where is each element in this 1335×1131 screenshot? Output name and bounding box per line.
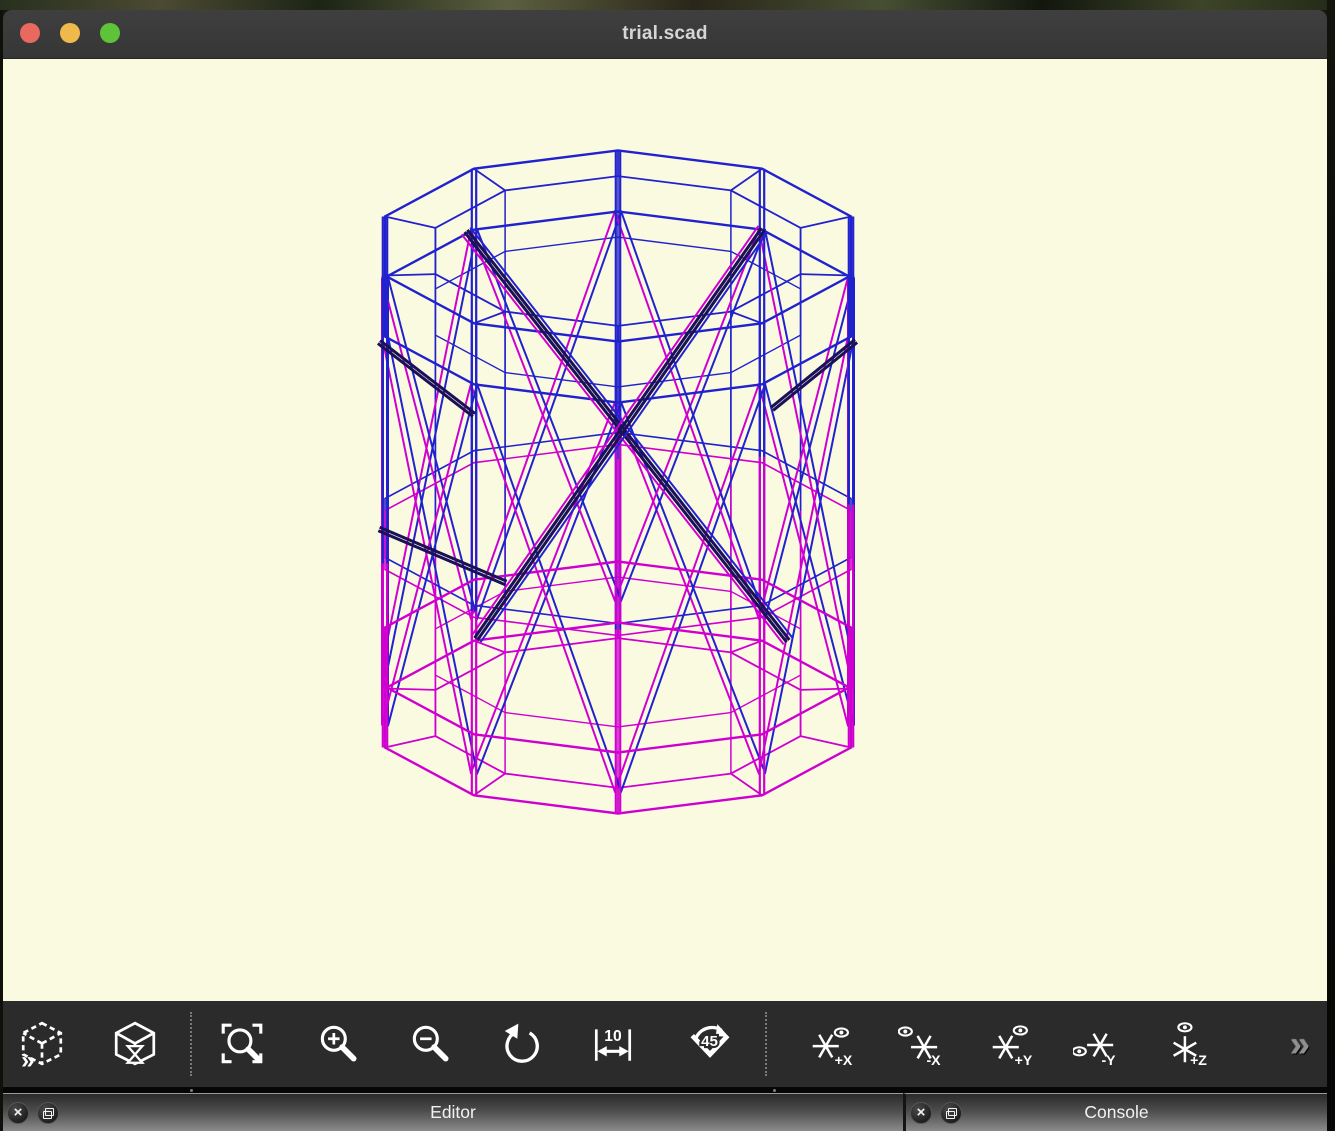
editor-dock-titlebar[interactable]: Editor × [3,1093,903,1131]
zoom-all-button[interactable] [214,1016,270,1072]
editor-close-button[interactable]: × [7,1102,29,1124]
view-minus-x-icon: -X [898,1020,946,1068]
distance-10-icon: 10 [589,1020,637,1068]
svg-text:45: 45 [701,1033,718,1050]
svg-text:-Y: -Y [1101,1052,1116,1068]
zoom-all-icon [218,1020,266,1068]
svg-text:+Z: +Z [1190,1052,1207,1068]
view-plus-y-button[interactable]: +Y [984,1016,1040,1072]
window-titlebar[interactable]: trial.scad [3,10,1327,59]
render-icon [111,1020,159,1068]
view-toolbar: » 10 45 +X -X +Y -Y +Z » [3,1001,1327,1087]
desktop-wallpaper-top [0,0,1335,10]
svg-text:10: 10 [604,1028,622,1045]
console-float-button[interactable] [940,1102,962,1124]
view-plus-z-button[interactable]: +Z [1159,1016,1215,1072]
render-button[interactable] [107,1016,163,1072]
splitter-dot [773,1089,776,1092]
toolbar-separator [190,1012,192,1076]
openscad-window: trial.scad » 10 45 +X -X +Y -Y [3,10,1327,1131]
view-minus-x-button[interactable]: -X [894,1016,950,1072]
close-window-button[interactable] [20,23,40,43]
splitter-dot [190,1089,193,1092]
toolbar-overflow-button[interactable]: » [1278,1019,1322,1069]
zoom-out-button[interactable] [402,1016,458,1072]
rotate-45-button[interactable]: 45 [682,1016,738,1072]
editor-float-button[interactable] [37,1102,59,1124]
console-dock-titlebar[interactable]: Console × [903,1093,1327,1131]
view-plus-z-icon: +Z [1163,1020,1211,1068]
view-minus-y-button[interactable]: -Y [1069,1016,1125,1072]
wireframe-model [3,59,1327,1001]
svg-text:+Y: +Y [1015,1052,1033,1068]
reset-view-button[interactable] [494,1016,550,1072]
distance-10-button[interactable]: 10 [585,1016,641,1072]
console-dock-title: Console [906,1094,1327,1131]
3d-viewport[interactable] [3,59,1327,1001]
close-icon: × [14,1105,23,1120]
svg-text:»: » [21,1047,34,1068]
zoom-in-icon [314,1020,362,1068]
view-plus-x-icon: +X [808,1020,856,1068]
view-plus-y-icon: +Y [988,1020,1036,1068]
svg-text:+X: +X [835,1052,853,1068]
window-title: trial.scad [622,23,707,45]
preview-button[interactable]: » [14,1016,70,1072]
zoom-out-icon [406,1020,454,1068]
view-plus-x-button[interactable]: +X [804,1016,860,1072]
view-minus-y-icon: -Y [1073,1020,1121,1068]
desktop-wallpaper-right [1327,0,1335,1131]
svg-text:-X: -X [926,1052,941,1068]
dock-titlebars: Editor × Console × [3,1093,1327,1131]
editor-dock-title: Editor [3,1094,903,1131]
minimize-window-button[interactable] [60,23,80,43]
console-close-button[interactable]: × [910,1102,932,1124]
reset-view-icon [498,1020,546,1068]
float-icon [43,1108,54,1119]
toolbar-separator [765,1012,767,1076]
float-icon [946,1108,957,1119]
close-icon: × [917,1105,926,1120]
zoom-window-button[interactable] [100,23,120,43]
rotate-45-icon: 45 [686,1020,734,1068]
zoom-in-button[interactable] [310,1016,366,1072]
traffic-lights [20,23,120,43]
preview-icon: » [18,1020,66,1068]
